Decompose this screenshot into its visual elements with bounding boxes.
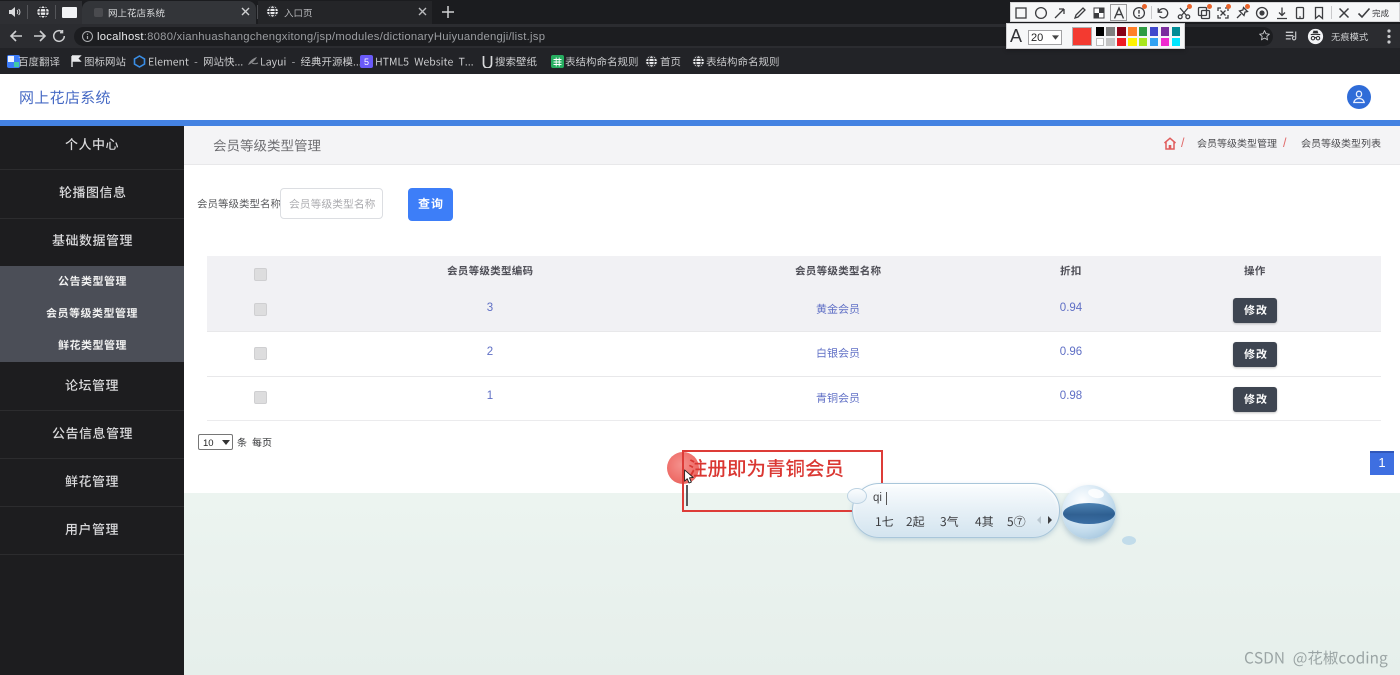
svg-text:5: 5 xyxy=(364,57,369,67)
